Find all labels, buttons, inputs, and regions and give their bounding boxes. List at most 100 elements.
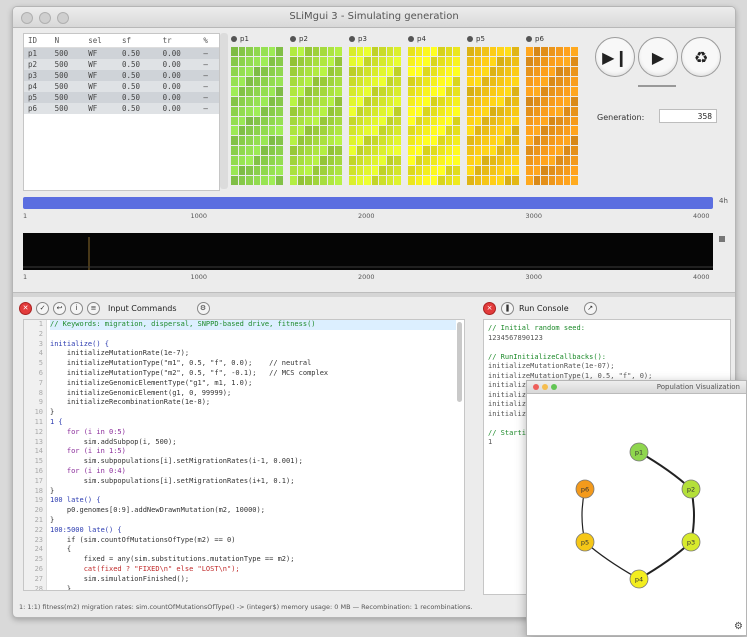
populations-table-scrollbar[interactable] (220, 33, 228, 189)
code-line[interactable]: if (sim.countOfMutationsOfType(m2) == 0) (50, 536, 456, 546)
table-header-0[interactable]: ID (24, 34, 51, 48)
gear-icon[interactable]: ⚙ (734, 621, 743, 632)
chromosome-detail-ticks: 1 1000 2000 3000 4000 (23, 273, 713, 282)
popup-zoom-button[interactable] (551, 384, 557, 390)
recycle-button[interactable]: ♻ (681, 37, 721, 77)
individual-cell (467, 166, 474, 176)
population-view-p4[interactable]: p4 (408, 33, 460, 185)
population-dot-icon (231, 36, 237, 42)
code-line[interactable]: for (i in 0:5) (50, 428, 456, 438)
script-editor[interactable]: 1 2 3 4 5 6 7 8 9 10 11 12 13 14 15 16 17 18 19 20 21 22 23 24 2… (23, 319, 465, 591)
script-editor-scrollbar[interactable] (457, 322, 462, 402)
individual-cell (349, 166, 356, 176)
script-code[interactable]: // Keywords: migration, dispersal, SNPPD… (50, 320, 456, 590)
code-line[interactable]: sim.subpopulations[i].setMigrationRates(… (50, 457, 456, 467)
individual-cell (253, 47, 261, 56)
population-view-p3[interactable]: p3 (349, 33, 401, 185)
table-row[interactable]: p1 500 WF 0.50 0.00— (24, 47, 219, 59)
code-line[interactable]: fixed = any(sim.substitutions.mutationTy… (50, 555, 456, 565)
population-graph-window[interactable]: Population Visualization p1 p2 p3 p4 p5 p6 ⚙ (526, 380, 747, 636)
code-line[interactable]: for (i in 0:4) (50, 467, 456, 477)
code-line[interactable]: 100:5000 late() { (50, 526, 456, 536)
population-view-p6[interactable]: p6 (526, 33, 578, 185)
individual-cell (356, 106, 364, 116)
pane-divider[interactable] (13, 292, 735, 297)
table-header-3[interactable]: sf (117, 34, 159, 48)
individual-cell (445, 116, 453, 126)
individual-cell (482, 166, 489, 176)
list-icon[interactable]: ≡ (87, 301, 100, 315)
table-row[interactable]: p3 500 WF 0.50 0.00— (24, 70, 219, 81)
pause-icon[interactable]: ❚ (501, 301, 514, 315)
individual-cell (482, 56, 489, 66)
code-line[interactable]: initializeGenomicElement(g1, 0, 99999); (50, 389, 456, 399)
code-line[interactable]: initializeMutationType("m1", 0.5, "f", 0… (50, 359, 456, 369)
population-view-p2[interactable]: p2 (290, 33, 342, 185)
code-line[interactable]: // Keywords: migration, dispersal, SNPPD… (50, 320, 456, 330)
clear-output-icon[interactable]: × (483, 301, 496, 315)
info-icon[interactable]: i (70, 301, 83, 315)
individual-cell (504, 176, 512, 185)
populations-table[interactable]: ID Nsel sf tr% p1 500 WF 0.50 0.00— p2 500 WF 0.50 0… (23, 33, 220, 191)
code-line[interactable]: initializeMutationRate(1e-7); (50, 349, 456, 359)
output-toolbar-label: Run Console (519, 303, 569, 313)
table-header-4[interactable]: tr (158, 34, 200, 48)
individual-cell (497, 136, 504, 146)
chromosome-detail-toggle[interactable] (719, 236, 725, 242)
check-icon[interactable]: ✓ (36, 301, 49, 315)
table-header-2[interactable]: sel (84, 34, 118, 48)
code-line[interactable]: sim.subpopulations[i].setMigrationRates(… (50, 477, 456, 487)
export-icon[interactable]: ↗ (583, 301, 597, 315)
table-cell: 500 (50, 92, 85, 103)
population-view-label: p3 (358, 35, 367, 43)
options-icon[interactable]: ⚙ (196, 301, 210, 315)
code-line[interactable]: p0.genomes[0:9].addNewDrawnMutation(m2, … (50, 506, 456, 516)
individual-cell (312, 176, 320, 185)
code-line[interactable]: } (50, 516, 456, 526)
code-line[interactable] (50, 330, 456, 340)
step-button[interactable]: ▶❙ (595, 37, 635, 77)
code-line[interactable]: initializeMutationType("m2", 0.5, "f", -… (50, 369, 456, 379)
individual-cell (497, 86, 504, 96)
code-line[interactable]: } (50, 408, 456, 418)
stop-icon[interactable]: ✕ (19, 301, 32, 315)
code-line[interactable]: initializeRecombinationRate(1e-8); (50, 398, 456, 408)
chromosome-detail-view[interactable] (23, 233, 713, 270)
individual-cell (548, 86, 556, 96)
individual-cell (541, 106, 548, 116)
individual-cell (526, 96, 533, 106)
speed-slider[interactable] (638, 85, 676, 87)
individual-cell (526, 146, 533, 156)
individual-cell (356, 76, 364, 86)
individual-cell (415, 96, 423, 106)
code-line[interactable]: initializeGenomicElementType("g1", m1, 1… (50, 379, 456, 389)
back-icon[interactable]: ↩ (53, 301, 66, 315)
code-line[interactable]: initialize() { (50, 340, 456, 350)
code-line[interactable]: sim.addSubpop(i, 500); (50, 438, 456, 448)
individual-cell (430, 146, 438, 156)
code-line[interactable]: { (50, 545, 456, 555)
code-line[interactable]: cat(fixed ? "FIXED\n" else "LOST\n"); (50, 565, 456, 575)
table-row[interactable]: p6 500 WF 0.50 0.00— (24, 103, 219, 114)
table-row[interactable]: p5 500 WF 0.50 0.00— (24, 92, 219, 103)
individual-cell (548, 106, 556, 116)
code-line[interactable]: sim.simulationFinished(); (50, 575, 456, 585)
code-line[interactable]: for (i in 1:5) (50, 447, 456, 457)
code-line[interactable]: 100 late() { (50, 496, 456, 506)
table-row[interactable]: p4 500 WF 0.50 0.00— (24, 81, 219, 92)
individual-cell (548, 126, 556, 136)
popup-minimize-button[interactable] (542, 384, 548, 390)
population-view-p1[interactable]: p1 (231, 33, 283, 185)
population-view-p5[interactable]: p5 (467, 33, 519, 185)
chromosome-overview-bar[interactable] (23, 197, 713, 209)
code-line[interactable]: } (50, 487, 456, 497)
generation-field[interactable]: 358 (659, 109, 717, 123)
table-header-1[interactable]: N (50, 34, 85, 48)
individual-cell (453, 76, 460, 86)
table-header-5[interactable]: % (199, 34, 219, 48)
code-line[interactable]: 1 { (50, 418, 456, 428)
table-row[interactable]: p2 500 WF 0.50 0.00— (24, 59, 219, 70)
code-line[interactable]: } (50, 585, 456, 590)
popup-close-button[interactable] (533, 384, 539, 390)
play-button[interactable]: ▶ (638, 37, 678, 77)
